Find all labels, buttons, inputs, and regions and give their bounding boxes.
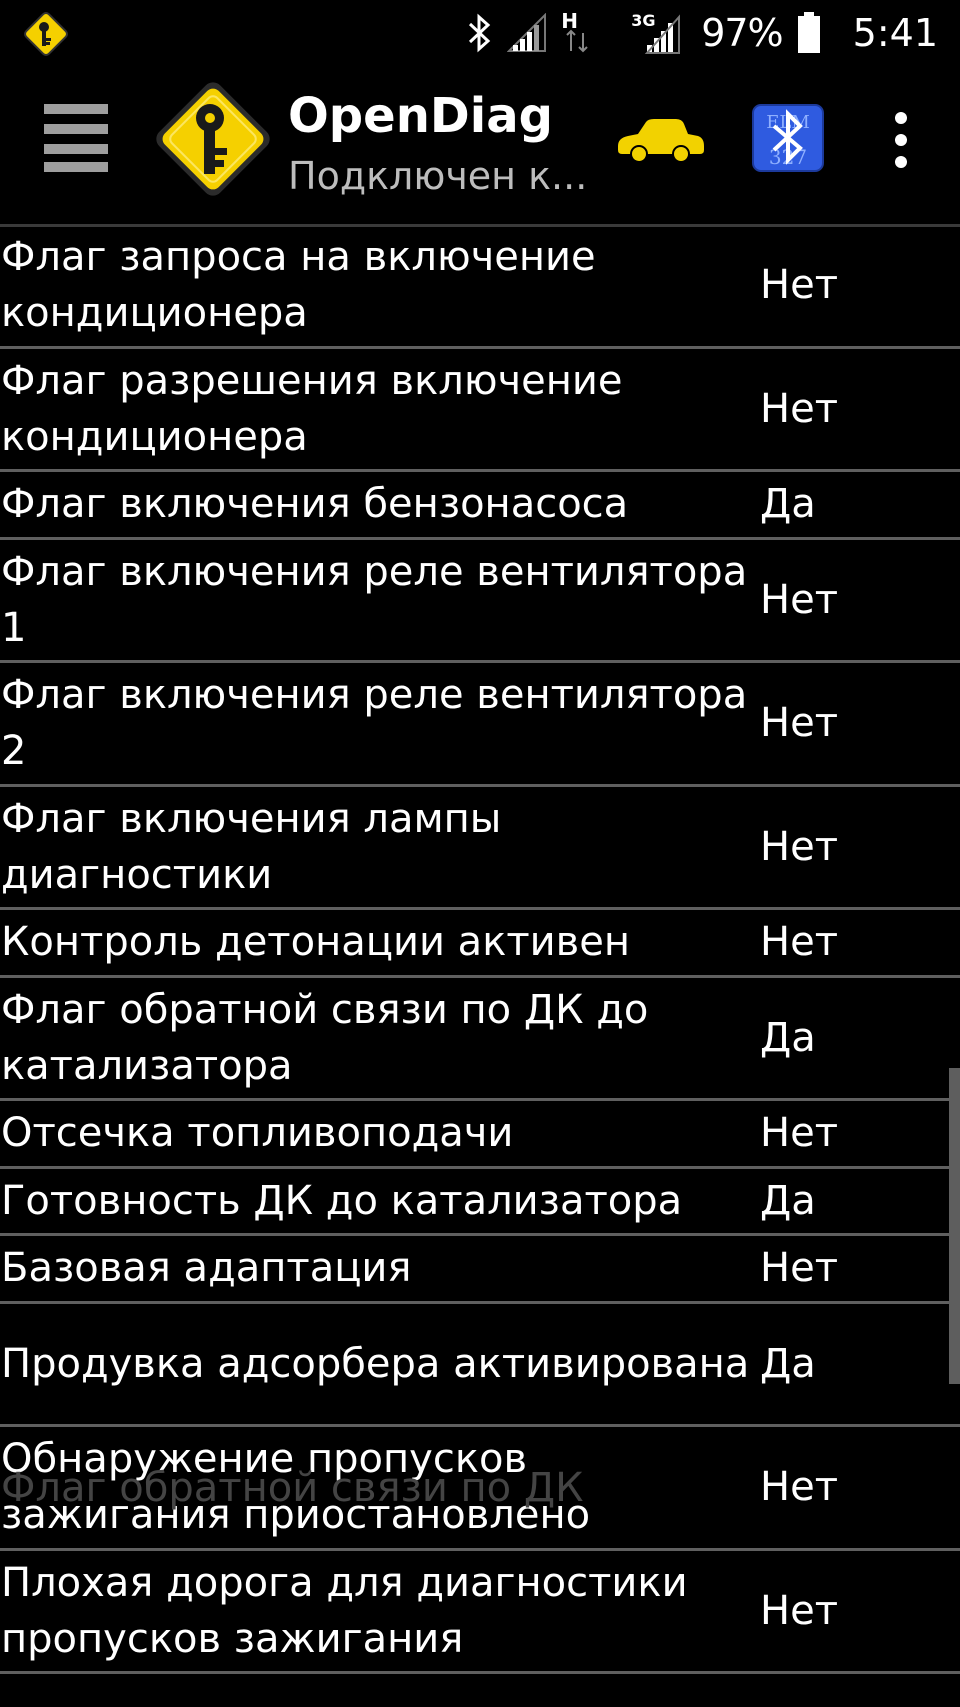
parameter-value: Нет [760, 1464, 838, 1511]
list-item[interactable]: Готовность ДК до катализатора Да [0, 1169, 960, 1236]
parameter-value: Нет [760, 823, 838, 870]
parameter-name: Флаг включения лампы диагностики [1, 795, 502, 898]
status-icons: H 3G 97% 5:41 [467, 0, 938, 66]
parameter-name: Флаг включения бензонасоса [1, 481, 629, 528]
app-logo-icon [156, 82, 270, 196]
parameter-value: Нет [760, 262, 838, 309]
list-item[interactable]: Отсечка топливоподачи Нет [0, 1101, 960, 1169]
parameter-name: Контроль детонации активен [1, 919, 630, 966]
connection-status-subtitle: Подключен к... [288, 154, 588, 198]
list-item[interactable]: Флаг включения бензонасоса Да [0, 472, 960, 540]
battery-icon [797, 12, 820, 53]
parameter-name: Флаг включения реле вентилятора 1 [1, 548, 748, 651]
status-bar: H 3G 97% 5:41 [0, 0, 960, 66]
list-item[interactable]: Флаг включения реле вентилятора 2 Нет [0, 663, 960, 787]
ecu-bluetooth-icon[interactable]: ELM 327 [752, 104, 824, 172]
parameter-value: Нет [760, 700, 838, 747]
signal-icon [507, 13, 547, 52]
app-toolbar: OpenDiag Подключен к... ELM 327 [0, 66, 960, 227]
hamburger-menu-icon[interactable] [44, 102, 108, 174]
parameter-value: Да [760, 1177, 816, 1224]
clock: 5:41 [852, 11, 938, 55]
battery-percent: 97% [701, 11, 783, 55]
parameter-name: Базовая адаптация [1, 1245, 412, 1292]
list-item[interactable]: Плохая дорога для диагностики пропусков … [0, 1551, 960, 1674]
list-item[interactable]: Флаг разрешения включение кондиционера Н… [0, 349, 960, 472]
parameter-name: Флаг разрешения включение кондиционера [1, 357, 623, 460]
parameter-list: Флаг запроса на включение кондиционера Н… [0, 227, 960, 1674]
app-notification-icon [24, 12, 68, 56]
parameter-value: Нет [760, 1245, 838, 1292]
list-item[interactable]: Базовая адаптация Нет [0, 1236, 960, 1304]
list-item[interactable]: Контроль детонации активен Нет [0, 910, 960, 978]
parameter-name: Флаг запроса на включение кондиционера [1, 234, 596, 337]
parameter-value: Нет [760, 919, 838, 966]
car-icon[interactable] [614, 116, 706, 162]
data-arrows-icon [566, 29, 588, 53]
partial-list-item: Флаг обратной связи по ДК [1, 1465, 584, 1511]
parameter-name: Флаг обратной связи по ДК до катализатор… [1, 986, 649, 1089]
parameter-value: Да [760, 1340, 816, 1387]
parameter-value: Нет [760, 1110, 838, 1157]
parameter-value: Да [760, 1014, 816, 1061]
signal-3g-icon [644, 14, 681, 54]
parameter-name: Готовность ДК до катализатора [1, 1177, 683, 1224]
parameter-value: Нет [760, 385, 838, 432]
parameter-name: Плохая дорога для диагностики пропусков … [1, 1559, 688, 1662]
app-title: OpenDiag [288, 88, 553, 144]
bluetooth-icon [469, 13, 491, 53]
overflow-menu-icon[interactable] [884, 110, 918, 170]
network-h-indicator: H [561, 11, 617, 55]
list-item[interactable]: Продувка адсорбера активирована Да [0, 1304, 960, 1427]
parameter-value: Нет [760, 1587, 838, 1634]
list-item[interactable]: Флаг включения лампы диагностики Нет [0, 787, 960, 910]
list-scrollbar[interactable] [949, 1068, 960, 1384]
parameter-name: Флаг включения реле вентилятора 2 [1, 672, 748, 775]
parameter-name: Отсечка топливоподачи [1, 1110, 514, 1157]
parameter-name: Продувка адсорбера активирована [1, 1340, 750, 1387]
list-item[interactable]: Флаг включения реле вентилятора 1 Нет [0, 540, 960, 663]
list-item[interactable]: Флаг запроса на включение кондиционера Н… [0, 227, 960, 349]
parameter-value: Да [760, 481, 816, 528]
list-item[interactable]: Флаг обратной связи по ДК до катализатор… [0, 978, 960, 1101]
parameter-value: Нет [760, 576, 838, 623]
network-3g-indicator: 3G [631, 11, 687, 55]
